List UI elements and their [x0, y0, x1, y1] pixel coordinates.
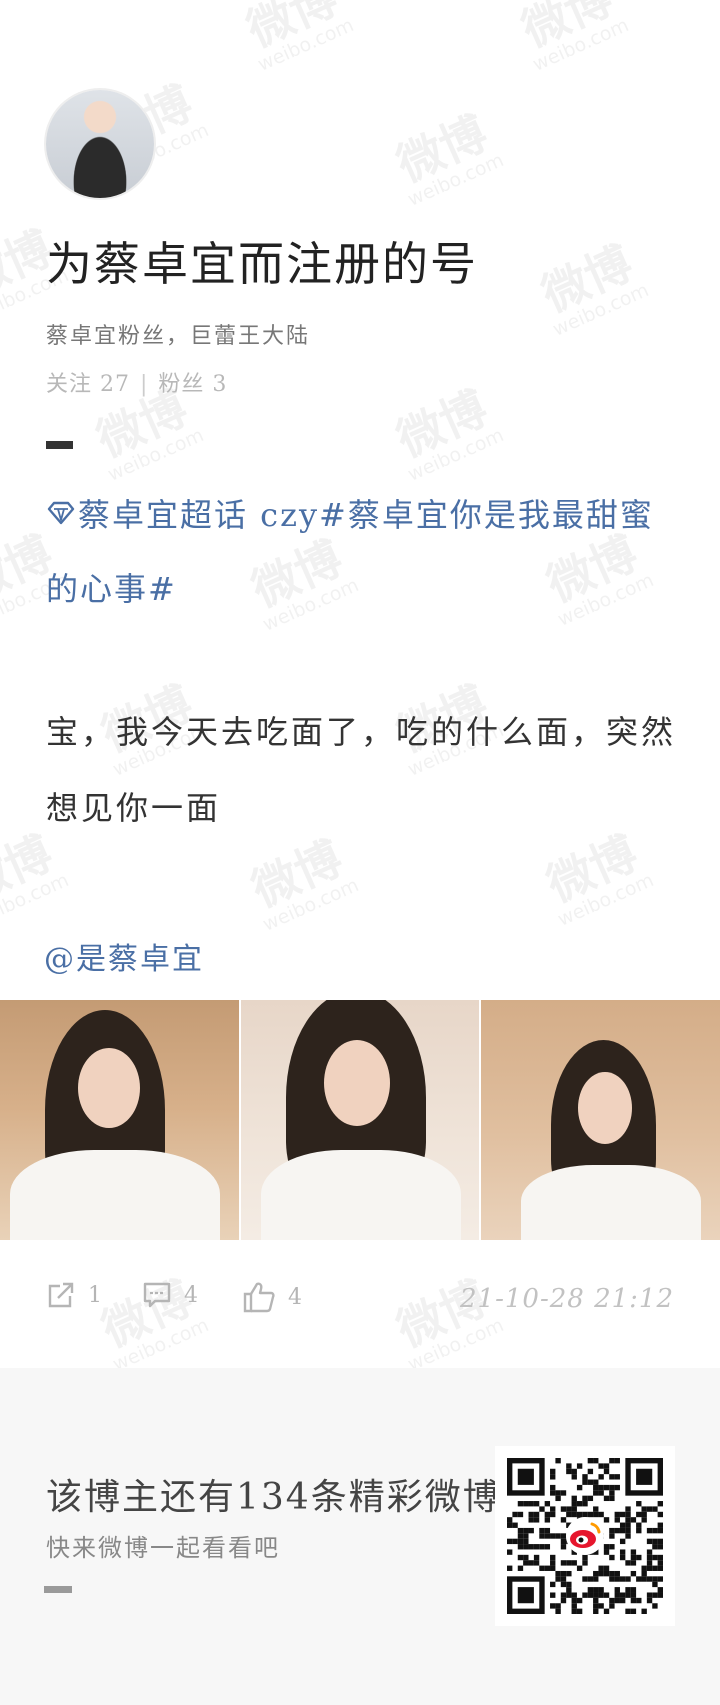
share-count: 1 [88, 1282, 102, 1308]
watermark: 微博weibo.com [388, 380, 508, 486]
like-count: 4 [288, 1284, 302, 1310]
topic-text: 蔡卓宜超话 czy#蔡卓宜你是我最甜蜜的心事# [46, 496, 654, 608]
post-timestamp: 21-10-28 21:12 [459, 1284, 674, 1314]
footer-title: 该博主还有134条精彩微博 [46, 1477, 501, 1518]
following-count[interactable]: 关注 27 [46, 372, 130, 397]
footer-subtitle: 快来微博一起看看吧 [46, 1534, 280, 1562]
action-bar: 1 4 4 21-10-28 21:12 [0, 1280, 720, 1320]
profile-stats: 关注 27 | 粉丝 3 [46, 366, 227, 398]
comment-icon [143, 1282, 171, 1308]
avatar[interactable] [46, 90, 154, 198]
page-title: 为蔡卓宜而注册的号 [46, 237, 478, 291]
section-divider [46, 441, 73, 449]
watermark: 微博weibo.com [243, 830, 363, 936]
qr-code-graphic [495, 1446, 675, 1626]
profile-description: 蔡卓宜粉丝，巨蕾王大陆 [46, 324, 311, 349]
post-photo-2[interactable] [240, 1000, 480, 1240]
watermark: 微博weibo.com [388, 105, 508, 211]
followers-count[interactable]: 粉丝 3 [158, 372, 227, 397]
watermark: 微博weibo.com [533, 235, 653, 341]
comment-button[interactable]: 4 [142, 1280, 198, 1310]
post-body: 宝，我今天去吃面了，吃的什么面，突然想见你一面 [46, 713, 677, 827]
qr-code[interactable] [495, 1446, 675, 1626]
watermark: 微博weibo.com [238, 0, 358, 76]
share-button[interactable]: 1 [46, 1280, 102, 1310]
photo-grid [0, 1000, 720, 1240]
watermark: 微博weibo.com [513, 0, 633, 76]
like-button[interactable]: 4 [242, 1280, 302, 1314]
like-icon [243, 1282, 275, 1313]
diamond-icon [47, 501, 75, 525]
super-topic-link[interactable]: 蔡卓宜超话 czy#蔡卓宜你是我最甜蜜的心事# [46, 478, 676, 626]
comment-count: 4 [184, 1282, 198, 1308]
footer-divider [44, 1586, 72, 1593]
footer-promo: 该博主还有134条精彩微博 快来微博一起看看吧 [0, 1368, 720, 1705]
weibo-logo-icon [566, 1517, 604, 1555]
post-photo-1[interactable] [0, 1000, 239, 1240]
mention-link[interactable]: @是蔡卓宜 [44, 934, 204, 978]
post-photo-3[interactable] [481, 1000, 720, 1240]
share-icon [48, 1282, 74, 1308]
stats-divider: | [140, 372, 149, 397]
